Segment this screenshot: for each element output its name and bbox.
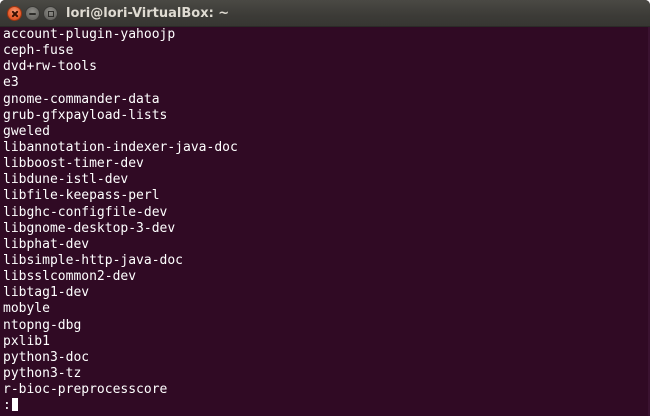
output-line: dvd+rw-tools <box>3 59 97 75</box>
terminal-window: lori@lori-VirtualBox: ~ account-plugin-y… <box>0 0 650 416</box>
pager-prompt: : <box>3 398 11 414</box>
output-line: libboost-timer-dev <box>3 156 144 172</box>
close-button[interactable] <box>7 6 22 21</box>
output-line: pxlib1 <box>3 333 50 349</box>
output-line: libdune-istl-dev <box>3 172 129 188</box>
output-line: libphat-dev <box>3 236 90 252</box>
output-line: gnome-commander-data <box>3 91 160 107</box>
output-line: libgnome-desktop-3-dev <box>3 220 176 236</box>
minimize-icon <box>29 12 36 15</box>
text-cursor <box>11 398 18 412</box>
pager-prompt-line[interactable]: : <box>3 398 650 414</box>
output-line: libtag1-dev <box>3 285 90 301</box>
output-line: python3-tz <box>3 365 82 381</box>
output-line: python3-doc <box>3 349 90 365</box>
terminal-output[interactable]: account-plugin-yahoojp ceph-fuse dvd+rw-… <box>0 27 650 416</box>
output-line: mobyle <box>3 301 50 317</box>
window-title: lori@lori-VirtualBox: ~ <box>66 6 230 21</box>
output-line: e3 <box>3 75 19 91</box>
maximize-button[interactable] <box>43 6 58 21</box>
output-line: libannotation-indexer-java-doc <box>3 139 238 155</box>
output-line: gweled <box>3 123 50 139</box>
output-line: ntopng-dbg <box>3 317 82 333</box>
title-bar[interactable]: lori@lori-VirtualBox: ~ <box>0 0 650 27</box>
output-line: libghc-configfile-dev <box>3 204 168 220</box>
minimize-button[interactable] <box>25 6 40 21</box>
output-line: libsimple-http-java-doc <box>3 252 184 268</box>
output-line: libsslcommon2-dev <box>3 269 137 285</box>
maximize-icon <box>47 10 54 17</box>
output-line: grub-gfxpayload-lists <box>3 107 168 123</box>
close-icon <box>11 10 18 17</box>
output-line: libfile-keepass-perl <box>3 188 160 204</box>
output-line: ceph-fuse <box>3 43 74 59</box>
output-line: r-bioc-preprocesscore <box>3 382 168 398</box>
output-line: account-plugin-yahoojp <box>3 27 176 42</box>
